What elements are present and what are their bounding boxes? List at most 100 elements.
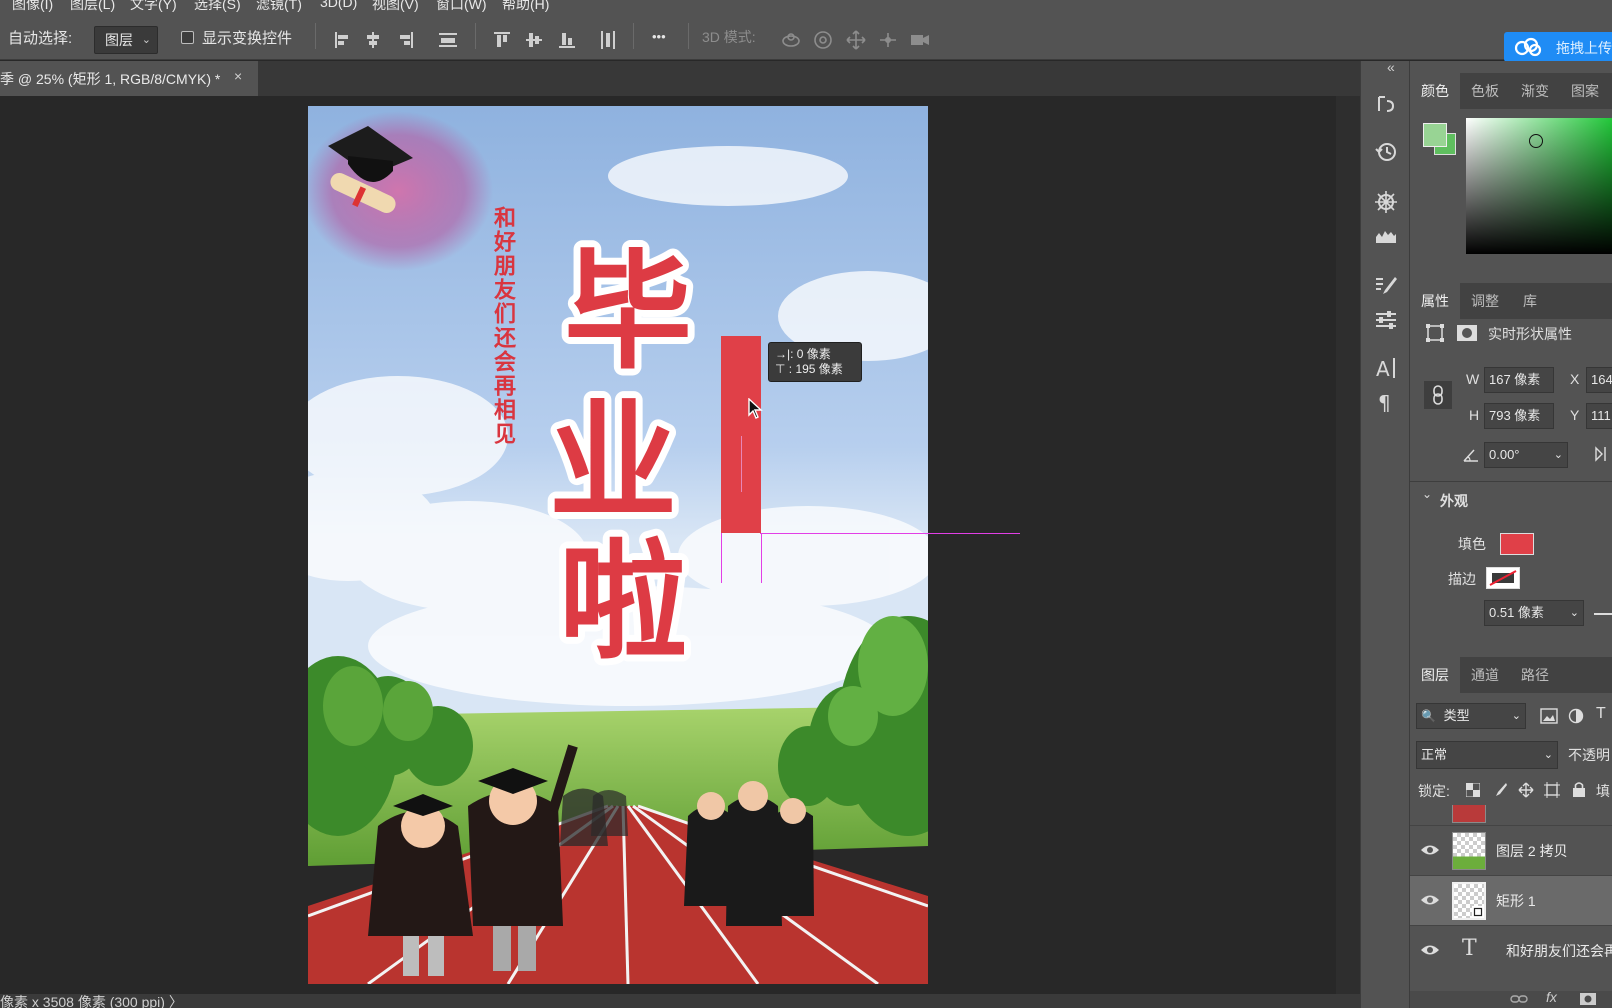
layer-name[interactable]: 图层 2 拷贝 (1496, 841, 1568, 861)
kind-label: 类型 (1443, 708, 1470, 723)
layer-row-partial[interactable] (1410, 805, 1612, 825)
align-center-h-icon[interactable] (362, 29, 384, 51)
tab-layers[interactable]: 图层 (1410, 657, 1460, 693)
lock-transparent-icon[interactable] (1466, 783, 1480, 797)
tab-gradients[interactable]: 渐变 (1510, 73, 1560, 109)
menu-select[interactable]: 选择(S) (194, 0, 241, 12)
blend-mode-select[interactable]: 正常 ⌄ (1416, 741, 1558, 769)
menu-view[interactable]: 视图(V) (372, 0, 419, 12)
layer-row[interactable]: T 和好朋友们还会再相见 (1410, 925, 1612, 975)
show-transform-checkbox[interactable] (181, 31, 194, 44)
adjustments-sliders-icon[interactable] (1373, 307, 1399, 333)
more-options-button[interactable]: ••• (652, 29, 666, 44)
3d-slide-icon[interactable] (877, 29, 899, 51)
filter-type-icon[interactable]: T (1596, 705, 1606, 723)
upload-button[interactable]: 拖拽上传 (1504, 32, 1612, 62)
filter-image-icon[interactable] (1540, 708, 1558, 724)
fill-color-swatch[interactable] (1500, 533, 1534, 555)
angle-field[interactable]: 0.00° ⌄ (1484, 442, 1568, 468)
lock-brush-icon[interactable] (1492, 782, 1508, 798)
layer-name[interactable]: 和好朋友们还会再相见 (1506, 941, 1612, 961)
eye-icon[interactable] (1420, 842, 1440, 858)
filter-adjustment-icon[interactable] (1568, 708, 1584, 724)
stroke-type-line[interactable] (1594, 613, 1612, 615)
y-label: Y (1570, 407, 1580, 423)
align-left-icon[interactable] (332, 29, 354, 51)
tab-paths[interactable]: 路径 (1510, 657, 1560, 693)
histogram-icon[interactable] (1373, 223, 1399, 249)
collapse-icon[interactable]: « (1387, 59, 1395, 75)
menu-help[interactable]: 帮助(H) (502, 0, 549, 12)
tab-color[interactable]: 颜色 (1410, 73, 1460, 109)
menu-window[interactable]: 窗口(W) (436, 0, 487, 12)
document-tab[interactable]: 季 @ 25% (矩形 1, RGB/8/CMYK) * × (0, 61, 258, 96)
tab-properties[interactable]: 属性 (1410, 283, 1460, 319)
3d-pan-icon[interactable] (845, 29, 867, 51)
distribute-h-icon[interactable] (437, 29, 459, 51)
height-field[interactable]: 793 像素 (1484, 403, 1554, 429)
layer-row[interactable]: 图层 2 拷贝 (1410, 825, 1612, 875)
poster-canvas[interactable]: 毕 业 啦 和好朋友们还会再相见 →|: 0 像素 ⊤ : 195 像素 (308, 106, 928, 984)
height-label: H (1469, 407, 1480, 423)
layer-name[interactable]: 矩形 1 (1496, 891, 1536, 911)
tab-libraries[interactable]: 库 (1510, 283, 1550, 319)
link-layers-icon[interactable] (1510, 993, 1528, 1005)
paragraph-icon[interactable]: ¶ (1373, 389, 1399, 415)
menu-image[interactable]: 图像(I) (12, 0, 53, 12)
tab-adjustments[interactable]: 调整 (1460, 283, 1510, 319)
menu-type[interactable]: 文字(Y) (130, 0, 177, 12)
eye-icon[interactable] (1420, 892, 1440, 908)
document-tab-title: 季 @ 25% (矩形 1, RGB/8/CMYK) * (0, 71, 221, 87)
lock-position-icon[interactable] (1518, 782, 1534, 798)
y-field[interactable]: 111 (1586, 403, 1612, 429)
auto-select-dropdown[interactable]: 图层 ⌄ (94, 26, 158, 54)
add-mask-icon[interactable] (1580, 993, 1596, 1005)
lock-artboard-icon[interactable] (1544, 782, 1560, 798)
rect-inner-guide (741, 436, 742, 492)
tab-channels[interactable]: 通道 (1460, 657, 1510, 693)
menu-layer[interactable]: 图层(L) (70, 0, 115, 12)
chevron-down-icon: ⌄ (1511, 710, 1521, 722)
flip-icon[interactable] (1594, 445, 1612, 463)
fx-button[interactable]: fx (1546, 989, 1557, 1005)
brush-settings-icon[interactable] (1373, 273, 1399, 299)
character-icon[interactable]: A (1373, 355, 1399, 381)
navigator-icon[interactable] (1373, 189, 1399, 215)
align-right-icon[interactable] (394, 29, 416, 51)
stroke-width-field[interactable]: 0.51 像素 ⌄ (1484, 600, 1584, 626)
width-field[interactable]: 167 像素 (1484, 367, 1554, 393)
menu-filter[interactable]: 滤镜(T) (256, 0, 302, 12)
chevron-down-icon: ⌄ (1553, 449, 1563, 461)
divider (633, 23, 634, 49)
layer-filter-kind[interactable]: 🔍 类型 ⌄ (1416, 703, 1526, 729)
lock-all-icon[interactable] (1572, 781, 1586, 797)
history-icon[interactable] (1373, 139, 1399, 165)
history-brush-icon[interactable] (1373, 91, 1399, 117)
color-picker-cursor[interactable] (1529, 134, 1543, 148)
tab-swatches[interactable]: 色板 (1460, 73, 1510, 109)
chevron-down-icon[interactable]: ⌄ (1422, 487, 1432, 501)
eye-icon[interactable] (1420, 942, 1440, 958)
poster-title-char-2: 业 (549, 387, 677, 537)
layer-row-selected[interactable]: 矩形 1 (1410, 875, 1612, 925)
foreground-color-swatch[interactable] (1423, 123, 1447, 147)
rectangle-shape-selected[interactable] (721, 336, 761, 533)
panel-dock-icons: « A ¶ (1360, 59, 1410, 1008)
3d-roll-icon[interactable] (812, 29, 834, 51)
tab-patterns[interactable]: 图案 (1560, 73, 1610, 109)
x-field[interactable]: 164 (1586, 367, 1612, 393)
blend-mode-value: 正常 (1421, 747, 1448, 762)
close-icon[interactable]: × (234, 68, 242, 84)
distribute-v-icon[interactable] (597, 29, 619, 51)
vertical-scrollbar[interactable] (1336, 96, 1360, 994)
link-icon[interactable] (1424, 381, 1452, 409)
3d-camera-icon[interactable] (909, 29, 931, 51)
live-shape-props-title: 实时形状属性 (1488, 326, 1572, 342)
align-middle-v-icon[interactable] (523, 29, 545, 51)
align-bottom-icon[interactable] (556, 29, 578, 51)
smart-guide-horizontal (760, 533, 1020, 534)
3d-orbit-icon[interactable] (780, 29, 802, 51)
menu-3d[interactable]: 3D(D) (320, 0, 357, 10)
align-top-icon[interactable] (491, 29, 513, 51)
stroke-color-swatch[interactable] (1486, 567, 1520, 589)
